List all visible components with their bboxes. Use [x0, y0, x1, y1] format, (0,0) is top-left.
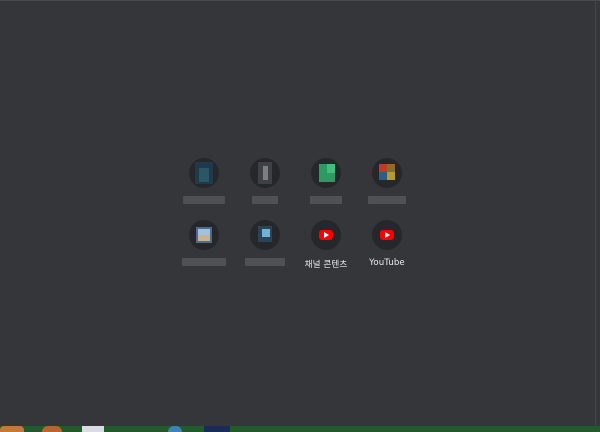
youtube-icon — [372, 220, 402, 250]
shortcut-label: YouTube — [369, 258, 405, 268]
taskbar-app-icon[interactable] — [0, 426, 24, 432]
taskbar-app-icon[interactable] — [204, 426, 230, 432]
shortcut-youtube[interactable]: YouTube — [355, 220, 419, 280]
site-icon — [311, 158, 341, 188]
site-icon — [250, 220, 280, 250]
site-icon — [189, 220, 219, 250]
shortcut-label — [182, 258, 226, 266]
taskbar-app-icon[interactable] — [168, 426, 182, 432]
site-icon — [250, 158, 280, 188]
shortcut-label — [310, 196, 342, 204]
taskbar-app-icon[interactable] — [82, 426, 104, 432]
shortcut-tile-1[interactable] — [172, 158, 236, 218]
site-icon — [372, 158, 402, 188]
youtube-icon — [311, 220, 341, 250]
shortcut-tile-4[interactable] — [355, 158, 419, 218]
shortcut-tile-6[interactable] — [233, 220, 297, 280]
window-right-border — [595, 0, 596, 426]
site-icon — [189, 158, 219, 188]
shortcut-tile-5[interactable] — [172, 220, 236, 280]
shortcut-label — [368, 196, 406, 204]
taskbar — [0, 426, 600, 432]
window-top-border — [0, 0, 600, 1]
shortcut-label — [252, 196, 278, 204]
shortcut-tile-3[interactable] — [294, 158, 358, 218]
shortcut-label — [245, 258, 285, 266]
shortcut-label — [183, 196, 225, 204]
shortcut-channel-content[interactable]: 채널 콘텐츠 — [294, 220, 358, 280]
shortcut-tile-2[interactable] — [233, 158, 297, 218]
taskbar-app-icon[interactable] — [42, 426, 62, 432]
shortcut-label: 채널 콘텐츠 — [304, 260, 348, 270]
